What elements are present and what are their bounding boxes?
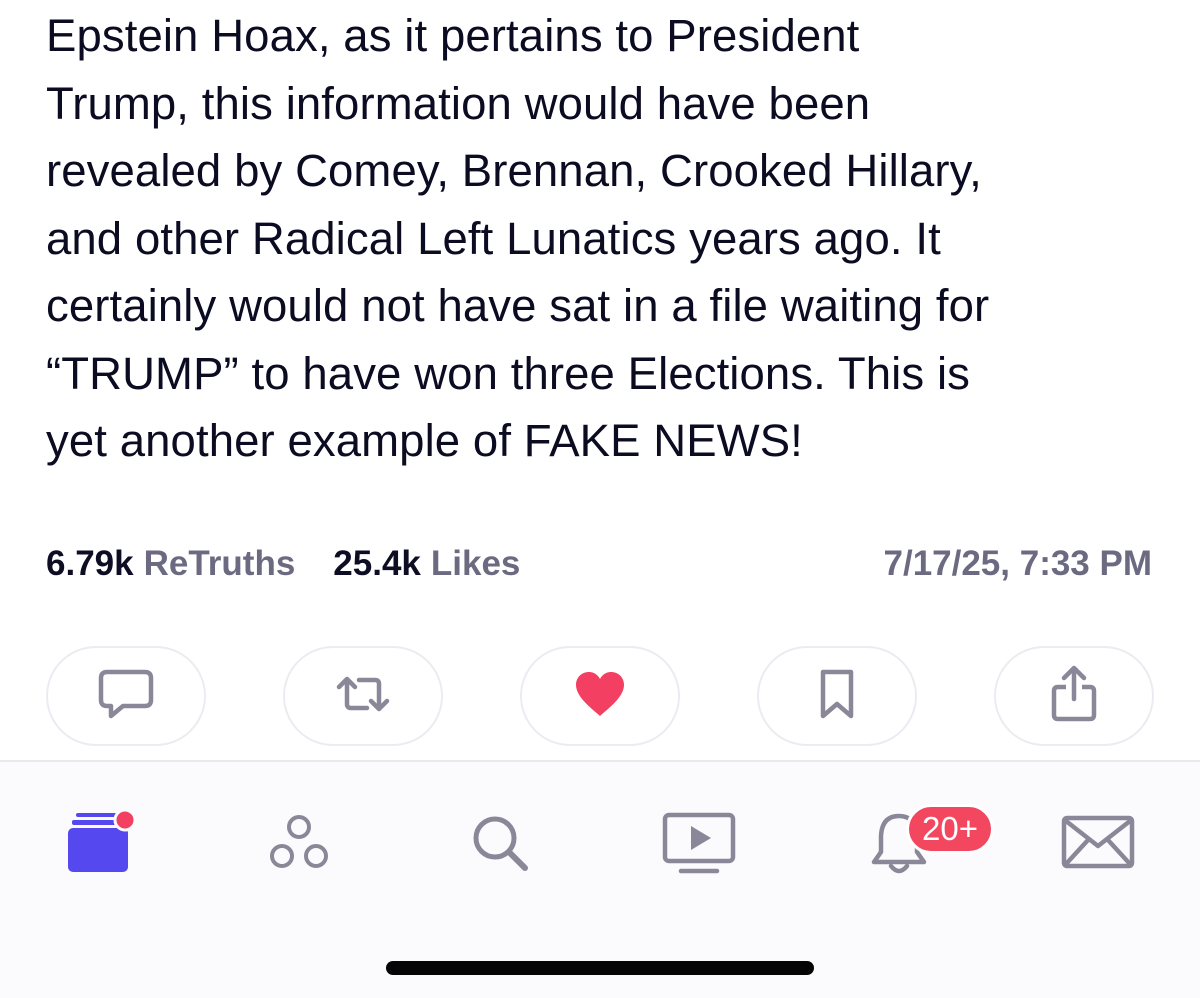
- post-timestamp: 7/17/25, 7:33 PM: [883, 544, 1153, 583]
- speech-bubble-icon: [97, 666, 155, 727]
- bookmark-icon: [817, 668, 857, 725]
- video-play-icon: [661, 810, 737, 881]
- post-text-line: revealed by Comey, Brennan, Crooked Hill…: [46, 145, 982, 196]
- tab-groups[interactable]: [249, 800, 349, 890]
- retruths-label: ReTruths: [143, 544, 296, 583]
- reply-button[interactable]: [46, 646, 206, 746]
- search-icon: [469, 812, 531, 879]
- post-text-line: yet another example of FAKE NEWS!: [46, 415, 803, 466]
- post-text-line: and other Radical Left Lunatics years ag…: [46, 212, 941, 264]
- retruth-button[interactable]: [283, 646, 443, 746]
- repost-arrows-icon: [333, 670, 393, 723]
- bookmark-button[interactable]: [757, 646, 917, 746]
- like-button[interactable]: [520, 646, 680, 746]
- likes-stat[interactable]: 25.4k Likes: [333, 544, 520, 584]
- retruths-stat[interactable]: 6.79k ReTruths: [46, 544, 295, 584]
- post-text-line: Epstein Hoax, as it pertains to Presiden…: [46, 10, 860, 61]
- share-icon: [1050, 665, 1098, 728]
- share-button[interactable]: [994, 646, 1154, 746]
- heart-icon: [573, 670, 627, 723]
- groups-icon: [267, 812, 331, 879]
- retruths-count: 6.79k: [46, 544, 134, 583]
- post-stats: 6.79k ReTruths 25.4k Likes 7/17/25, 7:33…: [46, 538, 1152, 590]
- post-detail-screen: Epstein Hoax, as it pertains to Presiden…: [0, 0, 1200, 998]
- tab-search[interactable]: [450, 800, 550, 890]
- tab-messages[interactable]: [1048, 800, 1148, 890]
- notifications-badge: 20+: [906, 804, 994, 854]
- post-action-bar: [46, 646, 1154, 748]
- tab-home[interactable]: [50, 800, 150, 890]
- home-feed-icon: [62, 807, 138, 884]
- envelope-icon: [1060, 814, 1136, 877]
- post-text: Epstein Hoax, as it pertains to Presiden…: [46, 2, 1166, 475]
- likes-count: 25.4k: [333, 544, 421, 583]
- post-text-line: certainly would not have sat in a file w…: [46, 280, 990, 331]
- post-text-line: “TRUMP” to have won three Elections. Thi…: [46, 347, 970, 399]
- likes-label: Likes: [430, 544, 521, 583]
- home-indicator[interactable]: [386, 961, 814, 975]
- bottom-tab-bar: 20+: [0, 760, 1200, 998]
- tab-video[interactable]: [649, 800, 749, 890]
- post-text-line: Trump, this information would have been: [46, 77, 871, 129]
